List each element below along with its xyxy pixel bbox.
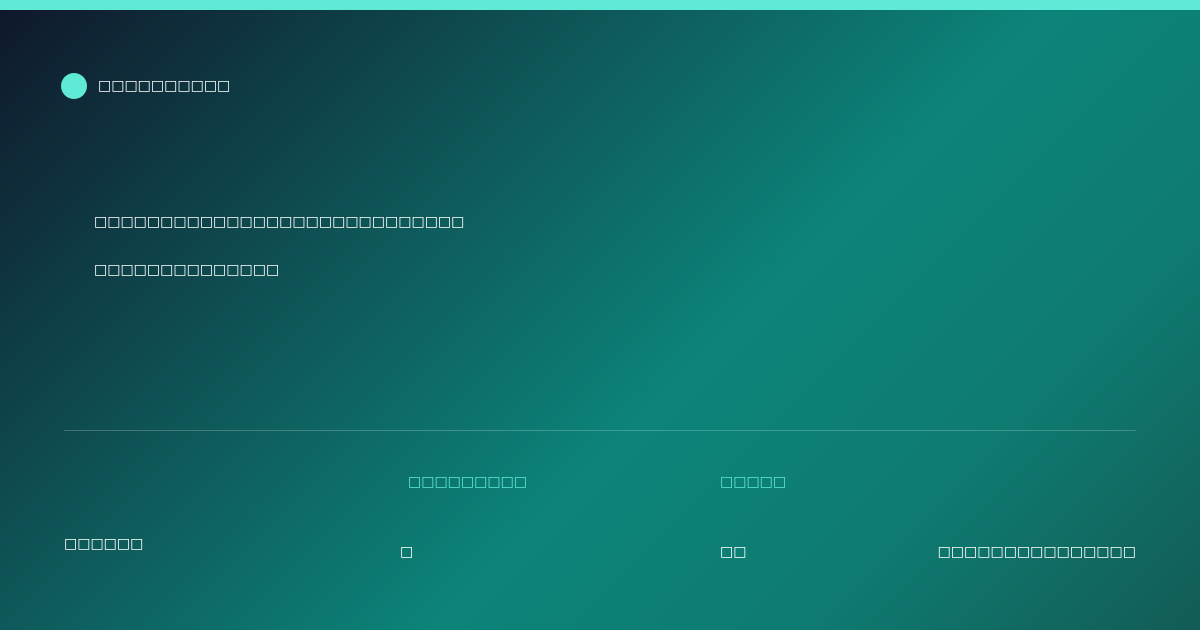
footer-column-2-label: □□□□□ (720, 474, 787, 490)
footer-right-text: □□□□□□□□□□□□□□□ (937, 544, 1136, 560)
brand: □□□□□□□□□□ (61, 73, 230, 99)
footer-left-text: □□□□□□ (64, 536, 144, 552)
footer-column-1-value: □ (400, 544, 414, 560)
subline: □□□□□□□□□□□□□□ (94, 262, 280, 278)
footer-column-1-label: □□□□□□□□□ (408, 474, 528, 490)
brand-name: □□□□□□□□□□ (98, 78, 231, 94)
top-accent-bar (0, 0, 1200, 10)
headline: □□□□□□□□□□□□□□□□□□□□□□□□□□□□ (94, 214, 465, 230)
footer-divider (64, 430, 1136, 431)
circle-logo-icon (61, 73, 87, 99)
footer-column-2-value: □□ (720, 544, 747, 560)
